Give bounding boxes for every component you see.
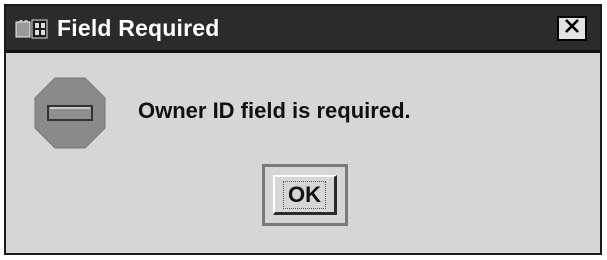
dialog-title: Field Required xyxy=(57,15,220,41)
ok-button-focus-ring: OK xyxy=(262,164,348,226)
coffee-cup-icon xyxy=(15,19,49,39)
ok-button[interactable]: OK xyxy=(273,175,337,215)
ok-button-label: OK xyxy=(283,180,326,209)
dialog-message: Owner ID field is required. xyxy=(138,98,411,123)
close-button[interactable] xyxy=(557,16,587,41)
field-required-dialog: Field Required Owner ID field is require… xyxy=(4,4,602,255)
stop-sign-icon xyxy=(34,77,106,149)
dialog-titlebar[interactable]: Field Required xyxy=(6,6,600,53)
close-icon xyxy=(564,18,580,39)
